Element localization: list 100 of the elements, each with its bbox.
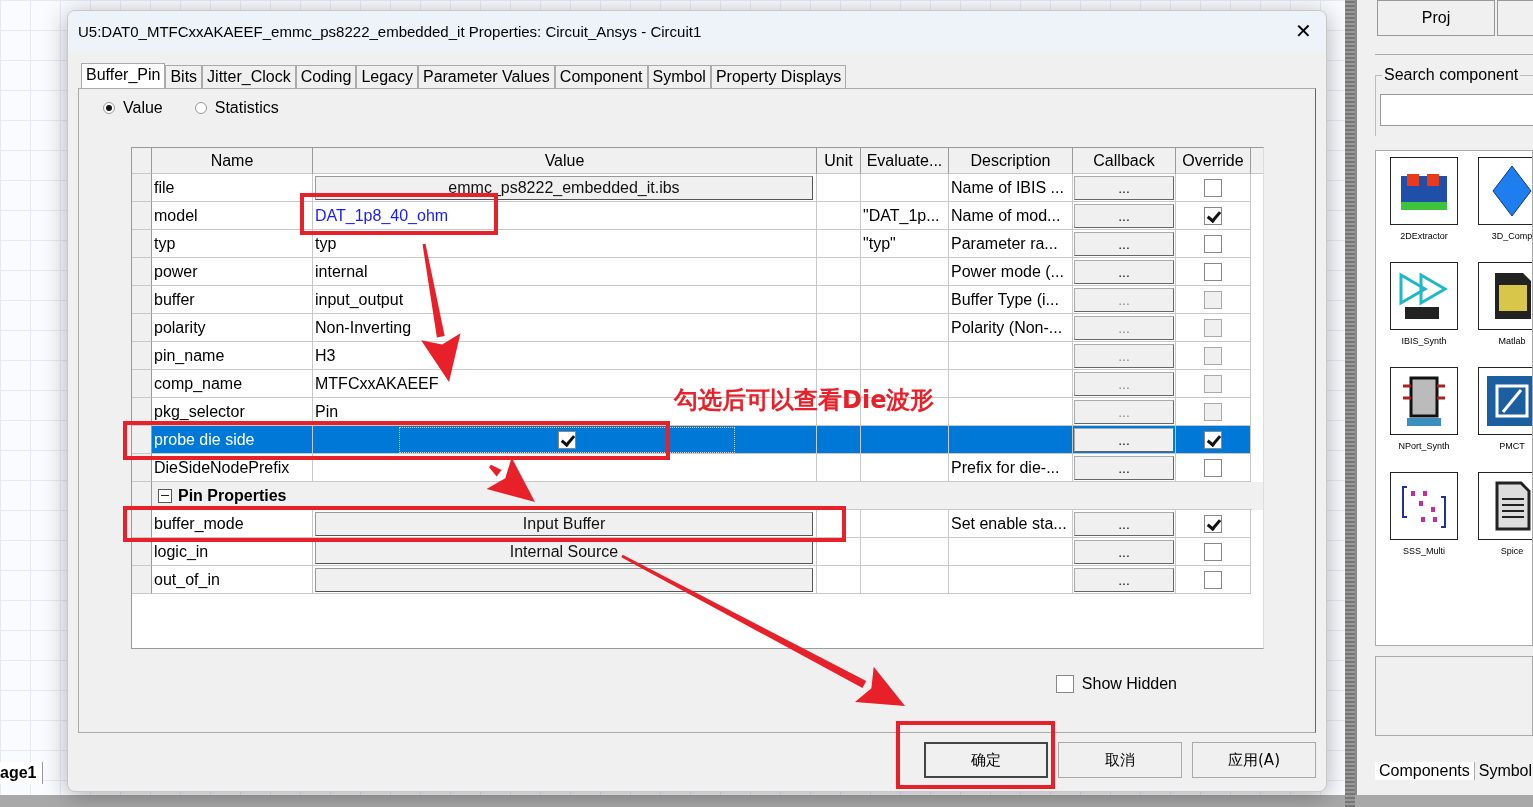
table-cell: buffer_mode <box>154 514 244 533</box>
table-cell: buffer <box>154 290 195 309</box>
table-row[interactable]: probe die side ... <box>132 426 1263 454</box>
search-field[interactable] <box>1380 94 1533 126</box>
tab[interactable]: Bits <box>165 65 203 88</box>
component-tile[interactable] <box>1390 157 1458 225</box>
checkbox[interactable] <box>1204 262 1222 281</box>
component-tile[interactable] <box>1478 367 1532 435</box>
tab[interactable]: Legacy <box>356 65 418 88</box>
column-header[interactable]: Value <box>313 148 817 174</box>
table-cell: logic_in <box>154 542 209 561</box>
table-row[interactable]: power internal Power mode (... ... <box>132 258 1263 286</box>
close-button[interactable]: ✕ <box>1280 11 1326 51</box>
table-cell: internal <box>315 262 368 281</box>
component-tile[interactable] <box>1390 367 1458 435</box>
column-header[interactable]: Description <box>949 148 1073 174</box>
checkbox[interactable] <box>1204 458 1222 477</box>
callback-button[interactable]: ... <box>1074 203 1174 228</box>
component-tile[interactable] <box>1478 157 1532 225</box>
component-tile[interactable] <box>1478 262 1532 330</box>
column-header[interactable]: Unit <box>817 148 861 174</box>
column-header[interactable]: Name <box>152 148 313 174</box>
radio-icon[interactable] <box>103 102 115 114</box>
table-cell: Power mode (... <box>951 262 1064 281</box>
component-label: NPort_Synth <box>1398 441 1450 451</box>
table-cell: Set enable sta... <box>951 514 1067 533</box>
callback-button[interactable]: ... <box>1074 231 1174 256</box>
callback-button[interactable]: ... <box>1074 539 1174 564</box>
component-label: IBIS_Synth <box>1401 336 1447 346</box>
tab[interactable]: Jitter_Clock <box>202 65 296 88</box>
radio-option[interactable]: Value <box>103 97 163 119</box>
table-cell: Name of mod... <box>951 206 1061 225</box>
checkbox[interactable] <box>558 430 576 449</box>
dialog-button[interactable]: 取消 <box>1058 742 1182 778</box>
callback-button[interactable]: ... <box>1074 567 1174 592</box>
table-cell: out_of_in <box>154 570 220 589</box>
component-label: 3D_Comp <box>1491 231 1532 241</box>
tab[interactable]: Parameter Values <box>417 65 555 88</box>
annotation-text: 勾选后可以查看Die波形 <box>674 385 935 416</box>
radio-option[interactable]: Statistics <box>194 97 279 119</box>
table-row[interactable]: buffer_mode Input Buffer Set enable sta... ... <box>132 510 1263 538</box>
callback-button[interactable]: ... <box>1074 511 1174 536</box>
tab[interactable]: Component <box>554 65 648 88</box>
callback-button[interactable]: ... <box>1074 427 1174 452</box>
value-button[interactable]: Input Buffer <box>315 511 813 536</box>
table-row[interactable]: file emmc_ps8222_embedded_it.ibs Name of IBIS ... ... <box>132 174 1263 202</box>
table-cell: Prefix for die-... <box>951 458 1060 477</box>
column-header[interactable]: Callback <box>1073 148 1176 174</box>
dialog-button[interactable]: 应用(A) <box>1192 742 1316 778</box>
tab[interactable]: Property Displays <box>710 65 847 88</box>
radio-icon[interactable] <box>194 102 207 114</box>
page-tab[interactable]: age1 <box>0 762 44 784</box>
panel-tab[interactable]: Components <box>1375 762 1475 780</box>
table-cell: comp_name <box>154 374 243 393</box>
table-cell: probe die side <box>154 430 255 449</box>
panel-button[interactable]: Proj <box>1377 0 1495 36</box>
checkbox[interactable] <box>1204 542 1222 561</box>
column-header[interactable]: Evaluate... <box>861 148 949 174</box>
table-cell: typ <box>315 234 337 253</box>
collapse-icon[interactable] <box>158 488 172 503</box>
panel-tab[interactable]: Symbol <box>1474 762 1533 780</box>
checkbox[interactable] <box>1204 430 1222 449</box>
value-button[interactable]: emmc_ps8222_embedded_it.ibs <box>315 175 813 200</box>
table-row[interactable]: out_of_in ... <box>132 566 1263 594</box>
checkbox[interactable] <box>1204 570 1222 589</box>
component-label: SSS_Multi <box>1403 546 1445 556</box>
table-cell: Pin <box>315 402 339 421</box>
checkbox[interactable] <box>1055 675 1074 693</box>
tab[interactable]: Coding <box>295 65 357 88</box>
table-cell: polarity <box>154 318 206 337</box>
tab[interactable]: Symbol <box>647 65 711 88</box>
tab[interactable]: Buffer_Pin <box>81 63 166 88</box>
component-tile[interactable] <box>1390 472 1458 540</box>
table-cell: H3 <box>315 346 336 365</box>
table-row[interactable]: logic_in Internal Source ... <box>132 538 1263 566</box>
dialog-button[interactable]: 确定 <box>924 742 1048 778</box>
checkbox[interactable] <box>1204 206 1222 225</box>
column-header[interactable]: Override <box>1176 148 1251 174</box>
window-title: U5:DAT0_MTFCxxAKAEEF_emmc_ps8222_embedded_it Properties: Circuit_Ansys - Circuit1 <box>78 22 702 40</box>
callback-button[interactable]: ... <box>1074 175 1174 200</box>
show-hidden-checkbox[interactable]: Show Hidden <box>1055 675 1177 693</box>
table-cell: Polarity (Non-... <box>951 318 1063 337</box>
table-cell: "typ" <box>863 234 896 253</box>
table-row[interactable]: typ typ "typ" Parameter ra... ... <box>132 230 1263 258</box>
table-cell: model <box>154 206 198 225</box>
component-label: PMCT <box>1499 441 1525 451</box>
table-cell: Buffer Type (i... <box>951 290 1059 309</box>
table-row[interactable]: model DAT_1p8_40_ohm "DAT_1p... Name of mod... ... <box>132 202 1263 230</box>
table-cell: Non-Inverting <box>315 318 412 337</box>
table-cell: pin_name <box>154 346 225 365</box>
component-tile[interactable] <box>1390 262 1458 330</box>
table-cell: "DAT_1p... <box>863 206 940 225</box>
checkbox[interactable] <box>1204 514 1222 533</box>
callback-button[interactable]: ... <box>1074 259 1174 284</box>
checkbox[interactable] <box>1204 178 1222 197</box>
callback-button[interactable]: ... <box>1074 455 1174 480</box>
group-label: Pin Properties <box>178 486 287 505</box>
checkbox[interactable] <box>1204 234 1222 253</box>
component-tile[interactable] <box>1478 472 1532 540</box>
value-button[interactable] <box>315 567 813 592</box>
